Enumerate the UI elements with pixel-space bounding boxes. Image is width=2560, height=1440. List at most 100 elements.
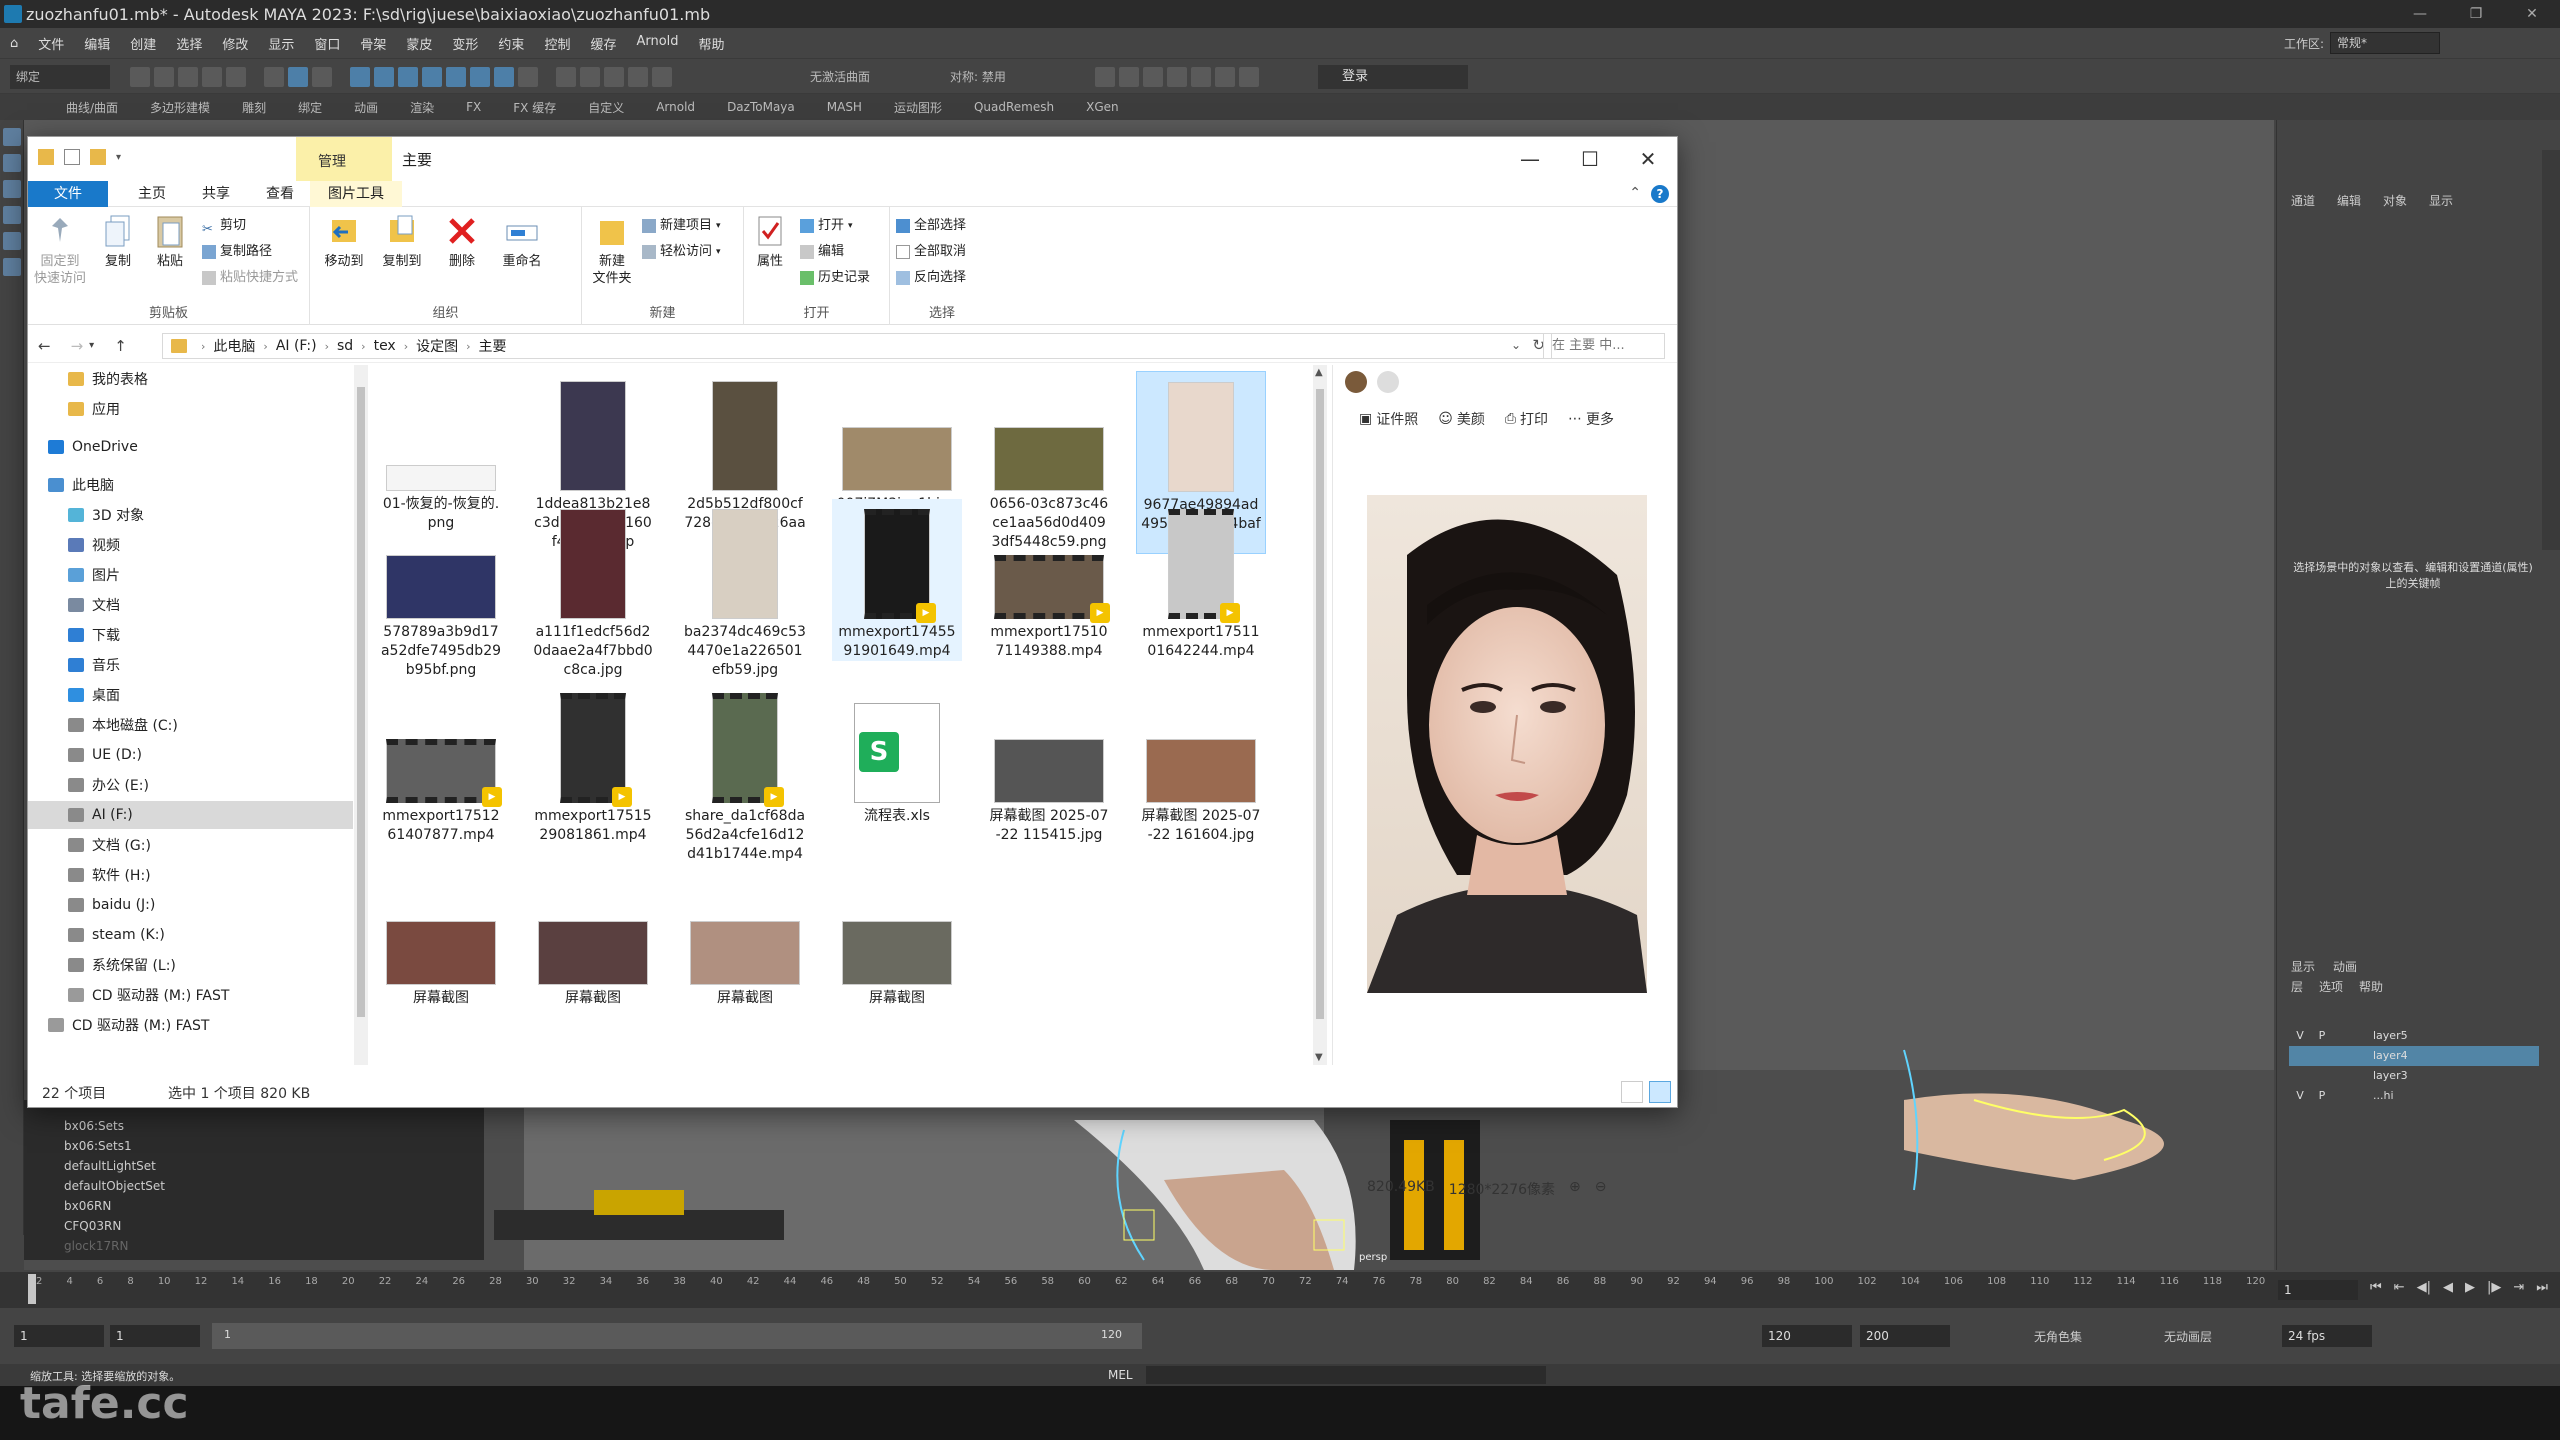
range-end-field[interactable]: 200 (1860, 1325, 1950, 1347)
script-language-label[interactable]: MEL (1108, 1368, 1133, 1382)
nav-item[interactable]: CD 驱动器 (M:) FAST (28, 981, 353, 1009)
details-view-icon[interactable] (1621, 1081, 1643, 1103)
context-tab-manage[interactable]: 管理 (296, 137, 392, 181)
render-icon[interactable] (1215, 67, 1235, 87)
channel-box-tab[interactable]: 通道 (2291, 192, 2315, 209)
step-forward-icon[interactable]: |▶ (2487, 1280, 2501, 1295)
maya-menu-item[interactable]: 文件 (28, 34, 74, 53)
snap-point-icon[interactable] (604, 67, 624, 87)
layer-visibility-toggle[interactable] (2289, 1066, 2311, 1086)
layer-menu-item[interactable]: 选项 (2319, 978, 2343, 995)
maya-menu-item[interactable]: 蒙皮 (396, 34, 442, 53)
render-icon[interactable] (1167, 67, 1187, 87)
zoom-in-icon[interactable]: ⊕ (1569, 1179, 1581, 1199)
rotate-tool-icon[interactable] (3, 232, 21, 250)
layer-visibility-toggle[interactable] (2289, 1046, 2311, 1066)
more-button[interactable]: ⋯ 更多 (1568, 409, 1614, 429)
render-icon[interactable] (1119, 67, 1139, 87)
maya-menu-item[interactable]: 窗口 (304, 34, 350, 53)
layer-visibility-toggle[interactable]: V (2289, 1086, 2311, 1106)
path-chevron-icon[interactable]: › (263, 340, 267, 353)
shelf-tab[interactable]: Arnold (640, 100, 711, 114)
large-icons-view-icon[interactable] (1649, 1081, 1671, 1103)
invert-selection-button[interactable]: 反向选择 (896, 267, 966, 289)
mask-icon[interactable] (374, 67, 394, 87)
range-start-field[interactable]: 1 (14, 1325, 104, 1347)
file-item[interactable]: 屏幕截图 (528, 865, 658, 1008)
paint-tool-icon[interactable] (3, 180, 21, 198)
maya-home-icon[interactable]: ⌂ (0, 36, 28, 51)
mask-icon[interactable] (470, 67, 490, 87)
new-item-button[interactable]: 新建项目 ▾ (642, 215, 721, 237)
nav-item[interactable]: 本地磁盘 (C:) (28, 711, 353, 739)
current-frame-field[interactable]: 1 (2278, 1280, 2358, 1300)
nav-item[interactable]: baidu (J:) (28, 891, 353, 919)
maya-menu-item[interactable]: 编辑 (74, 34, 120, 53)
mask-icon[interactable] (446, 67, 466, 87)
breadcrumb-segment[interactable]: 此电脑 (213, 336, 255, 356)
maya-menu-item[interactable]: 显示 (258, 34, 304, 53)
path-chevron-icon[interactable]: › (466, 340, 470, 353)
playback-start-field[interactable]: 1 (110, 1325, 200, 1347)
back-icon[interactable]: ← (38, 337, 51, 355)
layer-row[interactable]: V P ...hi (2289, 1086, 2539, 1106)
channel-box-tab[interactable]: 编辑 (2337, 192, 2361, 209)
layer-editor-tab[interactable]: 动画 (2333, 958, 2357, 975)
layer-row[interactable]: layer4 (2289, 1046, 2539, 1066)
copy-path-button[interactable]: 复制路径 (202, 241, 272, 263)
nav-item[interactable]: 此电脑 (28, 471, 353, 499)
path-chevron-icon[interactable]: › (201, 340, 205, 353)
history-button[interactable]: 历史记录 (800, 267, 870, 289)
paste-shortcut-button[interactable]: 粘贴快捷方式 (202, 267, 298, 289)
new-folder-button[interactable]: 新建 文件夹 (586, 213, 638, 287)
shelf-tab[interactable]: 曲线/曲面 (50, 99, 134, 116)
tab-share[interactable]: 共享 (184, 181, 248, 207)
mask-icon[interactable] (398, 67, 418, 87)
workspace-dropdown[interactable]: 常规* (2330, 32, 2440, 54)
layer-row[interactable]: V Player5 (2289, 1026, 2539, 1046)
shelf-tab[interactable]: QuadRemesh (958, 100, 1070, 114)
tab-file[interactable]: 文件 (28, 181, 108, 207)
maya-menu-item[interactable]: 缓存 (580, 34, 626, 53)
anim-layer-dropdown[interactable]: 无动画层 (2164, 1328, 2212, 1345)
address-dropdown-icon[interactable]: ⌄ (1511, 338, 1521, 352)
nav-item[interactable]: 文档 (28, 591, 353, 619)
zoom-out-icon[interactable]: ⊖ (1595, 1179, 1607, 1199)
shelf-tab[interactable]: FX 缓存 (497, 99, 572, 116)
properties-check-icon[interactable] (64, 149, 80, 165)
channel-box-tab[interactable]: 对象 (2383, 192, 2407, 209)
shelf-tab[interactable]: 绑定 (282, 99, 338, 116)
character-set-dropdown[interactable]: 无角色集 (2034, 1328, 2082, 1345)
breadcrumb-segment[interactable]: 设定图 (416, 336, 458, 356)
nav-item[interactable]: 音乐 (28, 651, 353, 679)
file-item[interactable]: ▶ mmexport1751101642244.mp4 (1136, 499, 1266, 661)
live-surface-text[interactable]: 无激活曲面 (810, 68, 870, 85)
open-button[interactable]: 打开 ▾ (800, 215, 853, 237)
outliner-row[interactable]: glock17RN (64, 1236, 484, 1256)
edit-button[interactable]: 编辑 (800, 241, 844, 263)
nav-item[interactable]: 3D 对象 (28, 501, 353, 529)
maya-menu-item[interactable]: 创建 (120, 34, 166, 53)
recent-locations-icon[interactable]: ▾ (89, 337, 94, 355)
file-item[interactable]: ▶ share_da1cf68da56d2a4cfe16d12d41b1744e.… (680, 683, 810, 864)
nav-scrollbar[interactable] (354, 365, 368, 1065)
tab-view[interactable]: 查看 (248, 181, 312, 207)
path-chevron-icon[interactable]: › (404, 340, 408, 353)
nav-item[interactable]: 文档 (G:) (28, 831, 353, 859)
play-back-icon[interactable]: ◀ (2443, 1280, 2453, 1295)
tab-picture-tools[interactable]: 图片工具 (310, 181, 402, 207)
redo-icon[interactable] (226, 67, 246, 87)
file-item[interactable]: ▶ mmexport1751071149388.mp4 (984, 499, 1114, 661)
maya-minimize-icon[interactable]: — (2392, 0, 2448, 28)
settings-circle-icon[interactable] (1377, 371, 1399, 393)
maya-menu-item[interactable]: 控制 (534, 34, 580, 53)
outliner-row[interactable]: bx06:Sets (64, 1116, 484, 1136)
file-item[interactable]: a111f1edcf56d20daae2a4f7bbd0c8ca.jpg (528, 499, 658, 680)
lasso-tool-icon[interactable] (3, 154, 21, 172)
nav-item[interactable]: UE (D:) (28, 741, 353, 769)
delete-button[interactable]: 删除 (436, 213, 488, 270)
layer-editor-tab[interactable]: 显示 (2291, 958, 2315, 975)
nav-item[interactable]: 应用 (28, 395, 353, 423)
nav-item[interactable]: 桌面 (28, 681, 353, 709)
paste-button[interactable]: 粘贴 (144, 213, 196, 270)
